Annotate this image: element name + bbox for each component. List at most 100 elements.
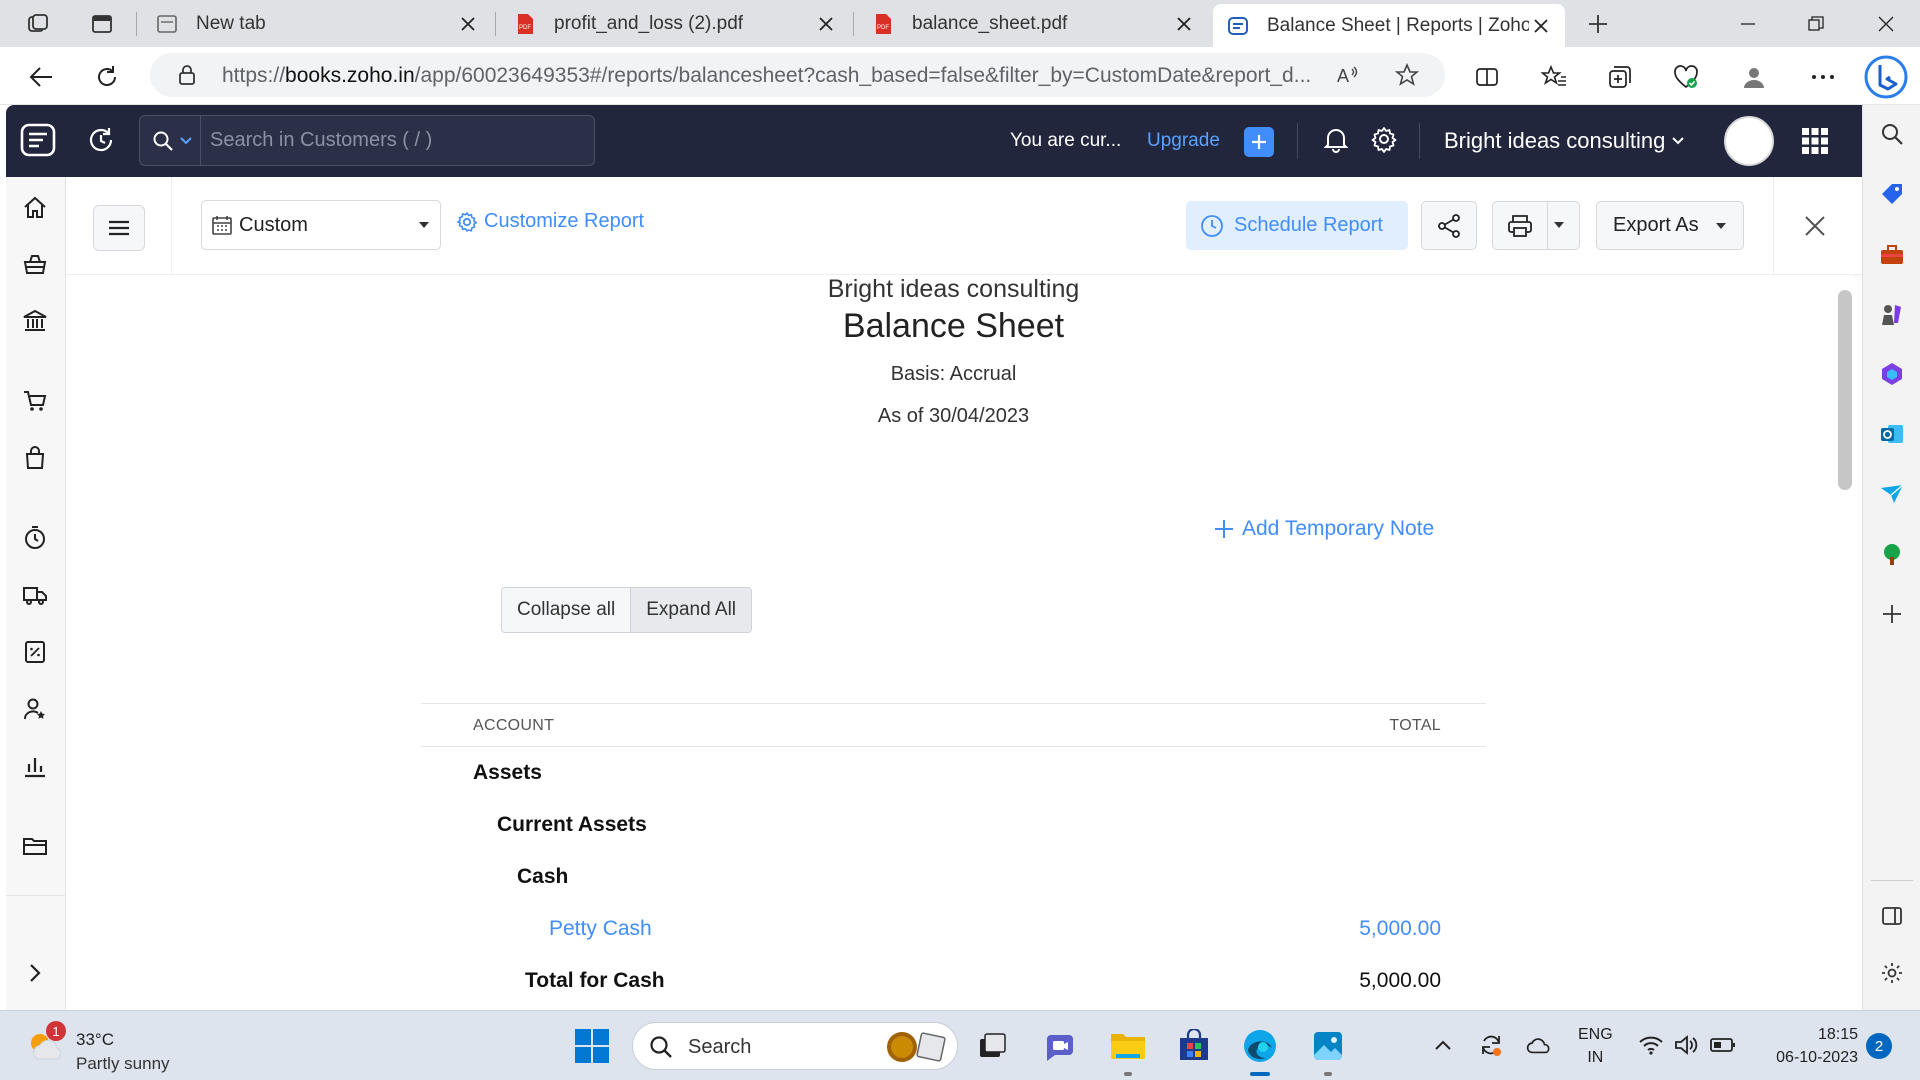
- system-clock[interactable]: 18:15 06-10-2023: [1740, 1023, 1858, 1069]
- global-search[interactable]: [139, 115, 595, 166]
- time-tracking-icon[interactable]: [20, 523, 50, 553]
- back-icon[interactable]: [24, 60, 58, 94]
- task-view-icon[interactable]: [972, 1026, 1012, 1066]
- wifi-icon[interactable]: [1638, 1032, 1664, 1058]
- games-icon[interactable]: [1877, 299, 1907, 329]
- minimize-icon[interactable]: [1730, 8, 1766, 40]
- reports-chart-icon[interactable]: [20, 751, 50, 781]
- microsoft-365-icon[interactable]: [1877, 359, 1907, 389]
- edge-browser-icon[interactable]: [1240, 1026, 1280, 1076]
- tools-icon[interactable]: [1877, 239, 1907, 269]
- schedule-report-button[interactable]: Schedule Report: [1186, 201, 1408, 250]
- chevron-up-icon[interactable]: [1430, 1032, 1456, 1058]
- tab-balance-sheet-zoho[interactable]: Balance Sheet | Reports | Zoho Bo: [1213, 4, 1565, 47]
- tab-profit-and-loss-pdf[interactable]: PDF profit_and_loss (2).pdf: [500, 0, 850, 47]
- vertical-tabs-icon[interactable]: [88, 10, 116, 38]
- notification-count-badge[interactable]: 2: [1866, 1033, 1892, 1059]
- collapse-all-button[interactable]: Collapse all: [502, 588, 631, 632]
- tab-balance-sheet-pdf[interactable]: PDF balance_sheet.pdf: [858, 0, 1208, 47]
- account-link[interactable]: Petty Cash: [549, 917, 652, 941]
- apps-grid-icon[interactable]: [1801, 127, 1829, 155]
- taskbar-search[interactable]: Search: [632, 1022, 958, 1070]
- settings-gear-icon[interactable]: [1877, 958, 1907, 988]
- tab-close-icon[interactable]: [1529, 14, 1553, 38]
- export-as-dropdown[interactable]: Export As: [1596, 201, 1744, 250]
- expand-all-button[interactable]: Expand All: [630, 588, 752, 632]
- zoho-books-logo-icon[interactable]: [18, 120, 58, 160]
- read-aloud-icon[interactable]: A: [1335, 63, 1359, 87]
- add-icon[interactable]: [1877, 599, 1907, 629]
- close-window-icon[interactable]: [1868, 8, 1904, 40]
- sales-cart-icon[interactable]: [20, 386, 50, 416]
- tree-icon[interactable]: [1877, 539, 1907, 569]
- customize-report-link[interactable]: Customize Report: [456, 210, 644, 233]
- purchases-bag-icon[interactable]: [20, 443, 50, 473]
- copilot-icon[interactable]: [1862, 53, 1910, 101]
- drop-icon[interactable]: [1877, 479, 1907, 509]
- sync-icon[interactable]: [1478, 1032, 1504, 1058]
- date-range-select[interactable]: Custom: [201, 200, 441, 250]
- settings-gear-icon[interactable]: [1370, 125, 1400, 155]
- quick-create-button[interactable]: [1244, 127, 1274, 157]
- search-icon[interactable]: [152, 129, 196, 153]
- report-as-of-date: As of 30/04/2023: [877, 405, 1030, 427]
- refresh-icon[interactable]: [90, 60, 124, 94]
- shopping-tag-icon[interactable]: [1877, 179, 1907, 209]
- onedrive-cloud-icon[interactable]: [1526, 1032, 1552, 1058]
- more-options-icon[interactable]: [1806, 60, 1840, 94]
- region-code: IN: [1587, 1049, 1604, 1066]
- expand-sidebar-icon[interactable]: [20, 958, 50, 988]
- tab-close-icon[interactable]: [814, 12, 838, 36]
- volume-icon[interactable]: [1674, 1032, 1700, 1058]
- print-button[interactable]: [1493, 202, 1548, 249]
- gst-filing-icon[interactable]: [20, 637, 50, 667]
- items-basket-icon[interactable]: [20, 249, 50, 279]
- browser-address-bar: https://books.zoho.in/app/60023649353#/r…: [0, 47, 1920, 105]
- share-button[interactable]: [1421, 201, 1477, 250]
- notifications-bell-icon[interactable]: [1322, 125, 1352, 155]
- microsoft-store-icon[interactable]: [1174, 1026, 1214, 1066]
- weather-widget[interactable]: 1 33°C Partly sunny: [26, 1021, 226, 1073]
- lock-icon[interactable]: [178, 65, 196, 85]
- sidebar-panel-icon[interactable]: [1877, 901, 1907, 931]
- photos-app-icon[interactable]: [1308, 1026, 1348, 1076]
- clock-time: 18:15: [1817, 1026, 1858, 1043]
- teams-chat-icon[interactable]: [1040, 1026, 1080, 1066]
- documents-folder-icon[interactable]: [20, 831, 50, 861]
- search-input[interactable]: [210, 125, 580, 155]
- row-name: Cash: [517, 865, 569, 888]
- file-explorer-icon[interactable]: [1108, 1026, 1148, 1076]
- report-menu-button[interactable]: [93, 205, 145, 251]
- accountant-icon[interactable]: [20, 694, 50, 724]
- outlook-icon[interactable]: [1877, 419, 1907, 449]
- tab-new-tab[interactable]: New tab: [142, 0, 492, 47]
- workspaces-icon[interactable]: [24, 10, 52, 38]
- recent-activity-icon[interactable]: [86, 125, 118, 157]
- home-icon[interactable]: [20, 193, 50, 223]
- browser-essentials-icon[interactable]: [1669, 60, 1703, 94]
- e-way-bill-truck-icon[interactable]: [20, 580, 50, 610]
- new-tab-button[interactable]: [1584, 10, 1612, 38]
- amount-link[interactable]: 5,000.00: [1359, 917, 1441, 941]
- search-icon[interactable]: [1877, 119, 1907, 149]
- favorite-star-icon[interactable]: [1395, 63, 1419, 87]
- restore-icon[interactable]: [1798, 8, 1834, 40]
- url-field[interactable]: https://books.zoho.in/app/60023649353#/r…: [150, 53, 1445, 97]
- favorites-icon[interactable]: [1537, 60, 1571, 94]
- vertical-scrollbar[interactable]: [1838, 290, 1852, 490]
- upgrade-link[interactable]: Upgrade: [1147, 130, 1220, 152]
- close-report-icon[interactable]: [1804, 215, 1828, 239]
- battery-icon[interactable]: [1710, 1032, 1736, 1058]
- user-avatar[interactable]: [1724, 116, 1774, 166]
- organization-switcher[interactable]: Bright ideas consulting: [1444, 128, 1685, 154]
- print-options-caret-icon[interactable]: [1553, 221, 1565, 229]
- windows-start-icon[interactable]: [574, 1028, 610, 1064]
- collections-icon[interactable]: [1603, 60, 1637, 94]
- profile-icon[interactable]: [1737, 60, 1771, 94]
- language-indicator[interactable]: ENG IN: [1578, 1023, 1613, 1069]
- tab-close-icon[interactable]: [1172, 12, 1196, 36]
- split-screen-icon[interactable]: [1470, 60, 1504, 94]
- tab-close-icon[interactable]: [456, 12, 480, 36]
- banking-icon[interactable]: [20, 306, 50, 336]
- add-temporary-note-link[interactable]: Add Temporary Note: [1214, 517, 1434, 541]
